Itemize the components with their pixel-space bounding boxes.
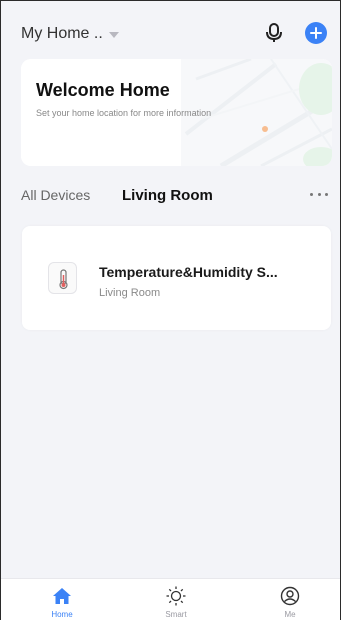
device-name: Temperature&Humidity S... [99,264,278,280]
tab-all-devices[interactable]: All Devices [21,187,90,203]
nav-label: Home [51,610,73,619]
welcome-subtitle: Set your home location for more informat… [36,108,212,118]
home-name: My Home .. [21,25,103,42]
device-card[interactable]: Temperature&Humidity S... Living Room [22,226,331,330]
app-screen: My Home .. Welcome Home Set your home lo… [0,0,341,620]
nav-label: Me [284,610,296,619]
dot [310,193,313,196]
microphone-icon[interactable] [263,21,285,45]
more-options-icon[interactable] [310,193,328,199]
thermometer-icon [48,262,77,294]
add-icon[interactable] [305,22,327,44]
sun-icon [166,586,186,606]
device-room: Living Room [99,287,161,299]
home-icon [53,588,71,604]
home-selector[interactable]: My Home .. [21,25,119,43]
bottom-nav: Home Smart Me [1,578,340,620]
nav-smart[interactable]: Smart [146,579,206,620]
dot [325,193,328,196]
caret-down-icon [108,32,119,38]
profile-icon [280,586,300,606]
tab-living-room[interactable]: Living Room [122,187,213,204]
nav-label: Smart [165,610,187,619]
dot [317,193,321,196]
welcome-title: Welcome Home [36,80,170,100]
room-tabs: All Devices Living Room [21,187,332,207]
header: My Home .. [1,1,340,59]
nav-home[interactable]: Home [32,579,92,620]
nav-me[interactable]: Me [260,579,320,620]
welcome-card[interactable]: Welcome Home Set your home location for … [21,59,332,166]
